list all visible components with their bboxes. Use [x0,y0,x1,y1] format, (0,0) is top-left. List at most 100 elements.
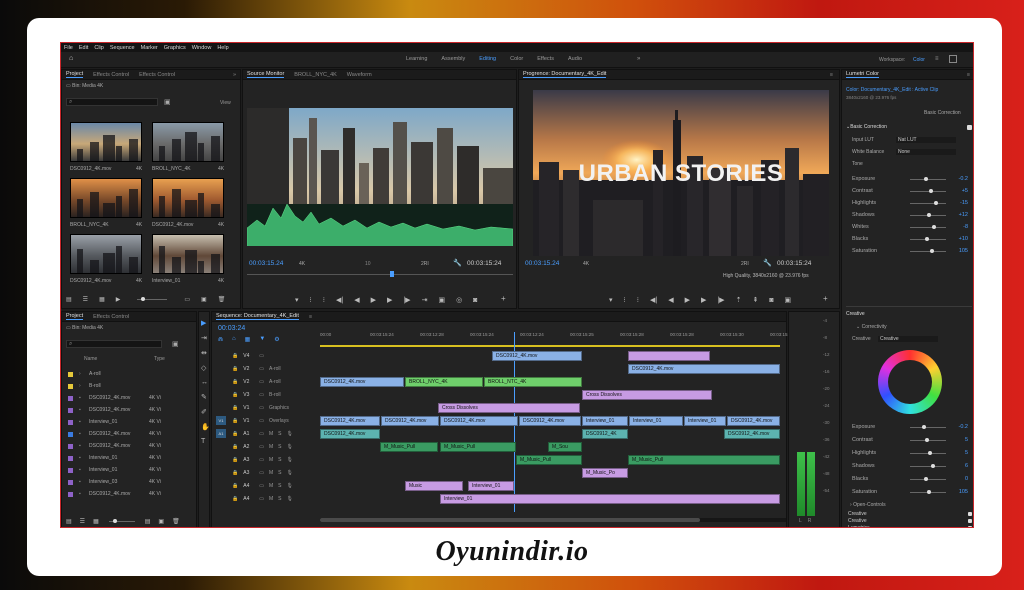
mark-in-icon[interactable]: ▾ [609,296,613,304]
mark-in-icon[interactable]: ▾ [295,296,299,304]
go-in-icon[interactable]: ⁝ [323,296,325,304]
source-timecode[interactable]: 00:03:15.24 [249,260,283,267]
label-color-swatch[interactable] [68,431,73,437]
play-icon[interactable]: ▶ [371,296,376,304]
program-video[interactable]: URBAN STORIES [533,90,829,256]
source-tab-2[interactable]: Waveform [347,72,372,78]
program-res[interactable]: 4K [583,261,589,267]
audio-clip[interactable]: Interview_01 [440,494,780,504]
program-quality[interactable]: 2RI [741,261,749,267]
label-color-swatch[interactable] [68,383,73,389]
track-header[interactable]: 🔒 V1 ▭ Graphics [212,402,320,413]
mark-out-icon[interactable]: ⁝ [624,296,626,304]
track-output-icon[interactable]: ▭ [259,431,264,437]
menu-marker[interactable]: Marker [141,45,158,51]
lock-icon[interactable]: ▤ [66,296,72,303]
icon-view-icon[interactable]: ▦ [99,296,105,303]
solo-icon[interactable]: S [278,457,281,463]
track-header[interactable]: V1 🔒 V1 ▭ Overlays [212,415,320,426]
zoom-slider[interactable] [137,297,168,301]
media-thumbnail[interactable] [70,122,142,162]
track-header[interactable]: 🔒 V2 ▭ A-roll [212,363,320,374]
mic-icon[interactable]: 🎙 [286,431,292,437]
track-header[interactable]: 🔒 A2 ▭ M S 🎙 [212,441,320,452]
slider-handle[interactable] [934,200,938,205]
mic-icon[interactable]: 🎙 [286,483,292,489]
audio-clip[interactable]: M_Music_Pull [628,455,780,465]
play-icon[interactable]: ▶ [685,296,690,304]
media-thumbnail[interactable] [152,122,224,162]
icon-view-icon[interactable]: ▦ [93,518,99,525]
audio-clip[interactable]: DSC0912_4K [582,429,628,439]
new-bin-icon[interactable]: ▣ [164,98,171,106]
search-input[interactable]: ⌕ [66,340,162,348]
project-tab-1[interactable]: Effects Control [93,72,129,78]
track-select-icon[interactable]: ⇥ [201,334,210,342]
label-color-swatch[interactable] [68,479,73,485]
video-clip[interactable]: DSC0912_4K.mov [492,351,582,361]
list-view-icon[interactable]: ☰ [80,518,85,525]
video-clip[interactable]: DSC0912_4K.mov [381,416,439,426]
track-header[interactable]: 🔒 V3 ▭ B-roll [212,389,320,400]
track-output-icon[interactable]: ▭ [259,457,264,463]
work-area-bar[interactable] [320,345,780,347]
track-header[interactable]: 🔒 A4 ▭ M S 🎙 [212,493,320,504]
video-clip[interactable]: DSC0912_4K.mov [320,377,404,387]
correctivity-toggle[interactable]: ⌄ Correctivity [856,324,887,330]
trash-icon[interactable]: 🗑 [218,296,226,303]
lumetri-slider[interactable] [910,188,946,193]
slider-value[interactable]: +12 [952,212,968,218]
toggle-output-icon[interactable]: ▭ [259,353,264,359]
track-header[interactable]: A1 🔒 A1 ▭ M S 🎙 [212,428,320,439]
mic-icon[interactable]: 🎙 [286,470,292,476]
menu-sequence[interactable]: Sequence [110,45,135,51]
home-icon[interactable]: ⌂ [69,55,73,62]
creative-header[interactable]: Creative [846,311,865,317]
lock-icon[interactable]: 🔒 [232,366,238,372]
video-clip[interactable]: Interview_01 [684,416,726,426]
workspace-tab-color[interactable]: Color [510,56,523,62]
selection-tool-icon[interactable]: ▶ [201,319,210,327]
time-ruler[interactable]: 00:00 00:03:15:24 00:03:12:28 00:03:15:24 00… [320,332,794,344]
list-view-icon[interactable]: ☰ [83,296,88,303]
menu-window[interactable]: Window [192,45,212,51]
lock-icon[interactable]: 🔒 [232,405,238,411]
slider-handle[interactable] [922,424,926,429]
track-header[interactable]: 🔒 A3 ▭ M S 🎙 [212,467,320,478]
solo-icon[interactable]: S [278,496,281,502]
lumetri-section-row[interactable]: Creative [848,511,972,517]
section-checkbox[interactable] [968,526,972,527]
mic-icon[interactable]: 🎙 [286,457,292,463]
camera-icon[interactable]: ◙ [769,297,773,304]
lumetri-slider[interactable] [910,212,946,217]
extract-icon[interactable]: ⇞ [752,296,758,304]
step-back-icon[interactable]: ◀| [650,296,657,304]
creative-slider[interactable] [910,463,946,468]
video-clip[interactable]: Interview_01 [582,416,628,426]
project-tab-2[interactable]: Effects Control [139,72,175,78]
toggle-output-icon[interactable]: ▭ [259,366,264,372]
play-back-icon[interactable]: ◀ [354,296,359,304]
track-output-icon[interactable]: ▭ [259,470,264,476]
lock-icon[interactable]: 🔒 [232,392,238,398]
track-output-icon[interactable]: ▭ [259,496,264,502]
workspace-tab-editing[interactable]: Editing [479,56,496,62]
video-clip[interactable]: DSC0912_4K.mov [320,416,380,426]
track-output-icon[interactable]: ▭ [259,444,264,450]
slider-handle[interactable] [929,188,933,193]
slider-handle[interactable] [927,489,931,494]
video-clip[interactable]: DSC0912_4K.mov [628,364,780,374]
add-button-icon[interactable]: + [501,294,506,303]
source-quality[interactable]: 2RI [421,261,429,267]
menu-icon[interactable]: ≡ [935,56,939,62]
wrench-icon[interactable]: 🔧 [763,259,772,267]
more-panels-icon[interactable]: » [233,72,236,78]
project-bin-tab-0[interactable]: Project [66,313,84,320]
video-clip[interactable]: BROLL_NYC_4K [405,377,483,387]
track-header[interactable]: 🔒 A4 ▭ M S 🎙 [212,480,320,491]
video-clip[interactable]: DSC0912_4K.mov [519,416,581,426]
toggle-output-icon[interactable]: ▭ [259,392,264,398]
project-tab-0[interactable]: Project [66,71,84,78]
source-patch[interactable]: A1 [216,429,226,438]
insert-icon[interactable]: ⇥ [422,296,428,304]
